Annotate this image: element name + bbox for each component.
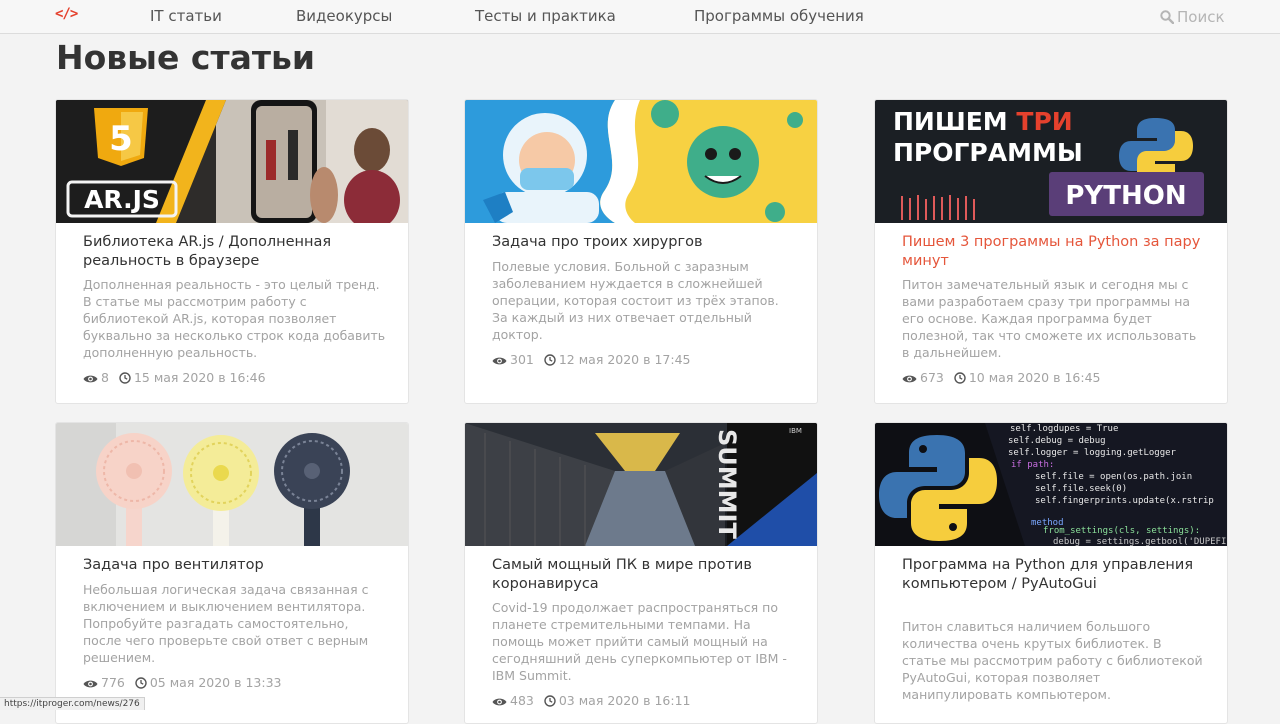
view-count: 8: [101, 370, 109, 385]
thumb-brand: IBM: [789, 427, 802, 435]
svg-text:ПИШЕМ ТРИ: ПИШЕМ ТРИ: [893, 107, 1073, 136]
view-count: 776: [101, 675, 125, 690]
view-count: 673: [920, 370, 944, 385]
nav-item-it-articles[interactable]: IT статьи: [150, 7, 222, 25]
article-thumbnail[interactable]: [56, 423, 408, 546]
article-title[interactable]: Программа на Python для управления компь…: [902, 556, 1202, 594]
eye-icon: [492, 357, 507, 365]
browser-status-url: https://itproger.com/news/276: [0, 697, 145, 710]
eye-icon: [83, 375, 98, 383]
article-card-supercomputer[interactable]: SUMMIT IBM Самый мощный ПК в мире против…: [464, 422, 818, 724]
article-title[interactable]: Задача про вентилятор: [83, 556, 383, 575]
article-title[interactable]: Библиотека AR.js / Дополненная реальност…: [83, 233, 383, 271]
search-label: Поиск: [1177, 8, 1225, 26]
article-card-pyautogui[interactable]: self.logdupes = True self.debug = debug …: [874, 422, 1228, 724]
article-title[interactable]: Задача про троих хирургов: [492, 233, 792, 252]
eye-icon: [83, 680, 98, 688]
publish-date: 10 мая 2020 в 16:45: [968, 370, 1101, 385]
nav-item-video-courses[interactable]: Видеокурсы: [296, 7, 392, 25]
article-card-python-programs[interactable]: ПИШЕМ ТРИ ПРОГРАММЫ PYTHON Пишем 3 прогр…: [874, 99, 1228, 404]
code-line-2: self.debug = debug: [1008, 436, 1106, 446]
html5-badge: 5: [109, 119, 133, 159]
article-meta: 301 12 мая 2020 в 17:45: [492, 352, 690, 367]
top-navigation: </> IT статьи Видеокурсы Тесты и практик…: [0, 0, 1280, 34]
page-title: Новые статьи: [56, 38, 315, 77]
article-meta: 673 10 мая 2020 в 16:45: [902, 370, 1100, 385]
code-line-9: from_settings(cls, settings):: [1043, 526, 1200, 536]
article-card-fan[interactable]: Задача про вентилятор Небольшая логическ…: [55, 422, 409, 724]
article-title[interactable]: Самый мощный ПК в мире против коронавиру…: [492, 556, 792, 594]
clock-icon: [135, 677, 147, 689]
publish-date: 03 мая 2020 в 16:11: [558, 693, 691, 708]
thumb-python-badge: PYTHON: [1065, 181, 1186, 211]
thumb-line1a: ПИШЕМ: [893, 107, 1016, 136]
clock-icon: [119, 372, 131, 384]
clock-icon: [544, 695, 556, 707]
nav-item-tests-practice[interactable]: Тесты и практика: [475, 7, 616, 25]
article-card-surgeons[interactable]: Задача про троих хирургов Полевые услови…: [464, 99, 818, 404]
article-thumbnail[interactable]: [465, 100, 817, 223]
clock-icon: [954, 372, 966, 384]
thumb-line1b: ТРИ: [1016, 107, 1072, 136]
eye-icon: [902, 375, 917, 383]
code-line-6: self.file.seek(0): [1035, 484, 1127, 494]
thumb-line2: ПРОГРАММЫ: [893, 138, 1083, 167]
search-button[interactable]: Поиск: [1160, 8, 1225, 26]
view-count: 483: [510, 693, 534, 708]
article-thumbnail[interactable]: SUMMIT IBM: [465, 423, 817, 546]
article-description: Covid-19 продолжает распространяться по …: [492, 600, 787, 683]
thumb-arjs-text: AR.JS: [84, 185, 160, 214]
article-description: Питон замечательный язык и сегодня мы с …: [902, 277, 1197, 360]
article-thumbnail[interactable]: 5 AR.JS: [56, 100, 408, 223]
article-description: Небольшая логическая задача связанная с …: [83, 582, 369, 665]
code-line-1: self.logdupes = True: [1010, 424, 1118, 434]
publish-date: 15 мая 2020 в 16:46: [133, 370, 266, 385]
site-logo[interactable]: </>: [55, 6, 78, 22]
article-thumbnail[interactable]: self.logdupes = True self.debug = debug …: [875, 423, 1227, 546]
thumb-summit-text: SUMMIT: [713, 429, 741, 539]
search-icon: [1160, 10, 1175, 25]
nav-item-programs[interactable]: Программы обучения: [694, 7, 864, 25]
article-thumbnail[interactable]: ПИШЕМ ТРИ ПРОГРАММЫ PYTHON: [875, 100, 1227, 223]
article-title[interactable]: Пишем 3 программы на Python за пару мину…: [902, 233, 1202, 271]
article-card-arjs[interactable]: 5 AR.JS Библиотека AR.js / Дополненная р…: [55, 99, 409, 404]
code-line-3: self.logger = logging.getLogger: [1008, 448, 1177, 458]
publish-date: 05 мая 2020 в 13:33: [149, 675, 282, 690]
article-description: Питон славиться наличием большого количе…: [902, 619, 1203, 702]
eye-icon: [492, 698, 507, 706]
article-description: Дополненная реальность - это целый тренд…: [83, 277, 386, 360]
code-line-10: debug = settings.getbool('DUPEFILTER_DEB…: [1053, 537, 1227, 546]
code-line-7: self.fingerprints.update(x.rstrip: [1035, 496, 1214, 506]
code-line-4: if path:: [1011, 460, 1054, 470]
clock-icon: [544, 354, 556, 366]
article-meta: 483 03 мая 2020 в 16:11: [492, 693, 690, 708]
article-meta: 8 15 мая 2020 в 16:46: [83, 370, 266, 385]
article-meta: 776 05 мая 2020 в 13:33: [83, 675, 281, 690]
article-description: Полевые условия. Больной с заразным забо…: [492, 259, 779, 342]
view-count: 301: [510, 352, 534, 367]
code-line-5: self.file = open(os.path.join: [1035, 472, 1192, 482]
publish-date: 12 мая 2020 в 17:45: [558, 352, 691, 367]
